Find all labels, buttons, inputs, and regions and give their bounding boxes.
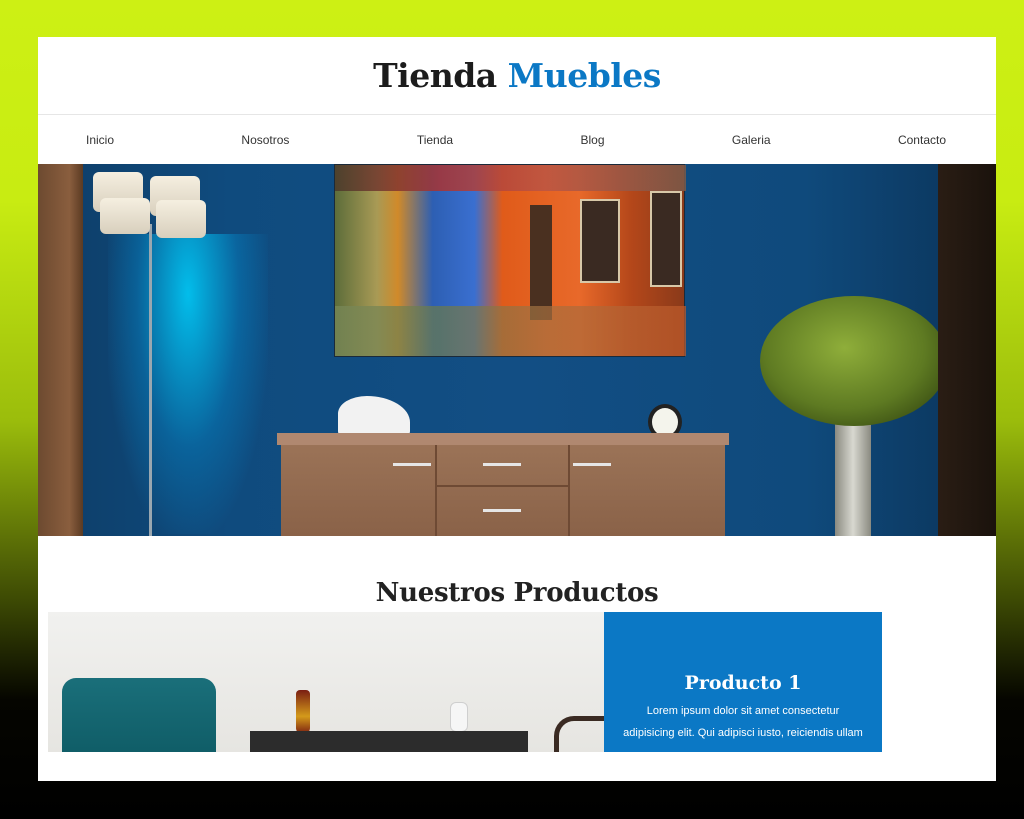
dresser-divider <box>568 445 570 536</box>
site-header: Tienda Muebles <box>38 37 996 115</box>
site-logo[interactable]: Tienda Muebles <box>373 56 661 95</box>
nav-item-nosotros[interactable]: Nosotros <box>241 133 289 147</box>
hero-lamp-shade <box>156 200 206 238</box>
nav-item-contacto[interactable]: Contacto <box>898 133 946 147</box>
painting-street <box>335 306 686 356</box>
nav-item-tienda[interactable]: Tienda <box>417 133 453 147</box>
product-table <box>250 731 528 752</box>
hero-floor-lamp-pole <box>149 224 152 536</box>
hero-lamp-shade <box>100 198 150 234</box>
hero-wood-panel-right <box>938 164 996 536</box>
product-title[interactable]: Producto 1 <box>604 672 882 694</box>
hero-tree-crown <box>760 296 948 426</box>
hero-wood-panel-left <box>38 164 83 536</box>
painting-window <box>650 191 682 287</box>
painting-roofs <box>335 165 686 191</box>
hero-lamp-glow <box>108 234 268 534</box>
product-description: Lorem ipsum dolor sit amet consectetur a… <box>623 705 863 739</box>
dresser-handle <box>483 509 521 512</box>
product-chair-edge <box>554 716 604 752</box>
product-vase <box>296 690 310 734</box>
logo-text-muebles: Muebles <box>507 56 662 95</box>
dresser-top <box>277 433 729 445</box>
painting-door <box>530 205 552 320</box>
dresser-handle <box>573 463 611 466</box>
nav-item-galeria[interactable]: Galeria <box>732 133 771 147</box>
hero-image <box>38 164 996 536</box>
nav-item-inicio[interactable]: Inicio <box>86 133 114 147</box>
product-figurine <box>450 702 468 732</box>
dresser-handle <box>393 463 431 466</box>
product-armchair <box>62 678 216 752</box>
product-info-panel: Producto 1 Lorem ipsum dolor sit amet co… <box>604 612 882 752</box>
dresser-divider <box>437 485 568 487</box>
logo-text-tienda: Tienda <box>373 56 497 95</box>
main-navigation: Inicio Nosotros Tienda Blog Galeria Cont… <box>38 115 996 164</box>
hero-dresser <box>277 433 729 536</box>
section-title-productos: Nuestros Productos <box>375 578 659 608</box>
nav-item-blog[interactable]: Blog <box>580 133 604 147</box>
painting-window <box>580 199 620 283</box>
hero-wall-painting <box>334 164 686 357</box>
dresser-divider <box>435 445 437 536</box>
dresser-handle <box>483 463 521 466</box>
product-card[interactable]: Producto 1 Lorem ipsum dolor sit amet co… <box>48 612 882 752</box>
product-photo[interactable] <box>48 612 604 752</box>
